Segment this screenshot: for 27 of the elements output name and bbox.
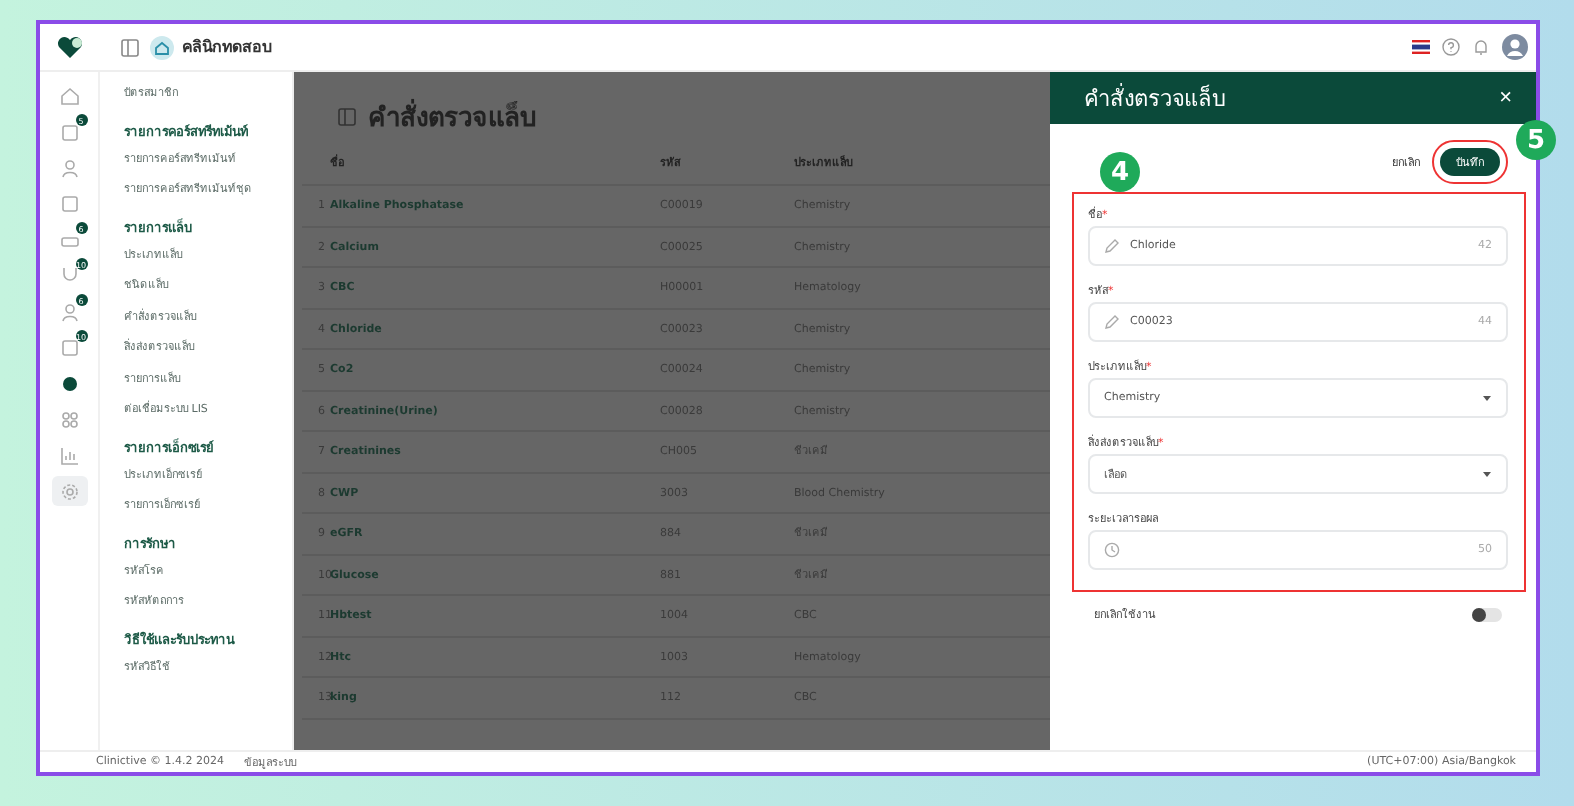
toggle-switch[interactable] [1472, 607, 1502, 621]
step-badge: 4 [1100, 152, 1140, 192]
clinic-name: คลินิกทดสอบ [182, 36, 272, 60]
help-icon[interactable] [1442, 38, 1460, 56]
clock-icon [1104, 542, 1120, 558]
flag-icon[interactable] [1412, 40, 1430, 54]
close-button[interactable]: × [1499, 86, 1512, 110]
page-title: คำสั่งตรวจแล็บ [368, 97, 536, 137]
panel-title: คำสั่งตรวจแล็บ [1084, 81, 1226, 116]
chart-icon[interactable] [59, 445, 79, 465]
home-icon[interactable] [59, 85, 79, 105]
home-icon[interactable] [150, 35, 174, 59]
avatar-icon[interactable] [1502, 34, 1528, 60]
dot-icon[interactable] [59, 373, 79, 393]
pencil-icon [1104, 238, 1120, 254]
pencil-icon [1104, 314, 1120, 330]
caret-icon [1482, 470, 1492, 478]
settings-icon[interactable] [59, 481, 79, 501]
grid-icon[interactable] [59, 409, 79, 429]
sidebar-toggle-icon[interactable] [120, 37, 140, 57]
bell-icon[interactable] [1472, 38, 1490, 56]
person-icon[interactable] [59, 301, 79, 321]
heart-logo-icon [56, 35, 84, 59]
person-icon[interactable] [59, 157, 79, 177]
sidebar-toggle-icon[interactable] [338, 107, 356, 125]
step-badge: 5 [1516, 120, 1556, 160]
caret-icon [1482, 394, 1492, 402]
